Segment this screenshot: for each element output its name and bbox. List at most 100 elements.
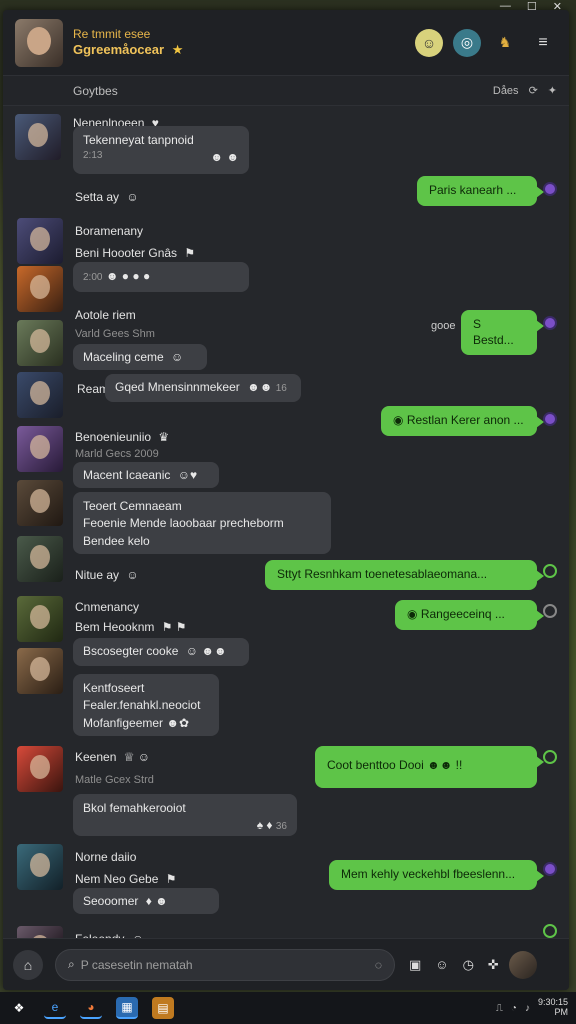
subbar-right-text: Dåes [492, 84, 519, 97]
reaction-icons: ♠ ♦ [256, 818, 273, 833]
search-icon: ⌕ [68, 957, 75, 971]
message-bubble[interactable]: Macent Icaeanic ☺♥ [73, 462, 219, 488]
message-line-wrap: Mofanfigeemer ☻✿ [83, 715, 209, 732]
chrome-icon[interactable]: ◕ [80, 997, 102, 1019]
emoji-icon: ☺ [126, 190, 139, 204]
emoji-icon[interactable]: ☺ [435, 957, 448, 972]
files-icon[interactable]: ▤ [152, 997, 174, 1019]
sender-avatar[interactable] [17, 266, 63, 312]
pending-status-icon [543, 604, 557, 618]
emoji-icon: ☺ [171, 350, 184, 364]
sender-avatar[interactable] [17, 480, 63, 526]
sound-icon[interactable]: ♪ [525, 1003, 530, 1014]
attach-icon[interactable]: ◌ [375, 958, 382, 972]
sender-name: Norne daiio [75, 850, 137, 864]
minimize-button[interactable]: — [500, 0, 511, 12]
system-tray: ⎍ ◔ ♪ 9:30:15 PM [496, 997, 568, 1018]
message-line: Bendee kelo [83, 533, 150, 548]
image-icon[interactable]: ▣ [409, 957, 421, 973]
message-bubble[interactable]: Tekenneyat tanpnoid 2:13 ☻ ☻ [73, 126, 249, 174]
app-icon[interactable]: ▦ [116, 997, 138, 1019]
sender-name-text: Benoenieuniio [75, 430, 152, 444]
chat-subtitle: Re tmmit esee [73, 26, 151, 41]
message-bubble[interactable]: Teoert Cemnaeam Feoenie Mende laoobaar p… [73, 492, 331, 554]
browser-icon[interactable]: e [44, 997, 66, 1019]
message-input[interactable]: ⌕ P casesetin nematah ◌ [55, 948, 395, 981]
refresh-icon[interactable]: ⟳ [529, 84, 538, 97]
avatar-icon[interactable]: ☺ [415, 28, 443, 57]
taskbar: ❖ e ◕ ▦ ▤ ⎍ ◔ ♪ 9:30:15 PM [0, 992, 576, 1024]
menu-icon[interactable]: ≡ [529, 29, 557, 57]
sender-avatar[interactable] [17, 648, 63, 694]
clock-icon[interactable]: ◷ [463, 957, 474, 973]
sender-name: Boramenany [75, 224, 144, 238]
message-bubble[interactable]: Kentfoseert Fealer.fenahkl.neociot Mofan… [73, 674, 219, 736]
sender-name: Aotole riem [75, 308, 136, 322]
message-text: Mem kehly veckehbl fbeeslenn... [341, 867, 516, 881]
globe-icon[interactable]: ◎ [453, 28, 481, 57]
outgoing-message[interactable]: S Bestd... [461, 310, 544, 356]
composer-tools: ▣ ☺ ◷ ✜ [409, 957, 499, 973]
chat-window: Re tmmit esee Ggreemåocear ★ ☺ ◎ ♞ ≡ Goy… [3, 10, 569, 990]
sender-meta: Marld Gecs 2009 [75, 448, 159, 460]
network-icon[interactable]: ⎍ [496, 1003, 503, 1014]
message-text: Restlan Kerer anon ... [406, 413, 524, 427]
close-button[interactable]: ✕ [553, 0, 562, 13]
message-bubble[interactable]: 2:00 ☻ ● ● ● [73, 262, 249, 292]
reaction-icons: ☻✿ [166, 715, 190, 730]
outgoing-message[interactable]: Paris kanearh ... [417, 176, 544, 206]
message-line: Bem Heooknm [75, 620, 155, 634]
message-bubble[interactable]: Seooomer ♦ ☻ [73, 888, 219, 914]
sender-avatar[interactable] [17, 320, 63, 366]
sender-meta: Matle Gcex Strd [75, 774, 154, 786]
home-icon[interactable]: ⌂ [13, 949, 43, 980]
trophy-icon: ♕ ☺ [123, 750, 151, 764]
maximize-button[interactable]: ☐ [527, 0, 537, 13]
sender-avatar[interactable] [15, 114, 61, 160]
sender-avatar[interactable] [17, 426, 63, 472]
outgoing-message[interactable]: ◉ Rangeeceinq ... [395, 600, 544, 630]
outgoing-message[interactable]: Sttyt Resnhkam toenetesablaeomana... [265, 560, 544, 590]
message-text: Gqed Mnensinnmekeer [115, 380, 240, 394]
message-text: Bkol femahkerooiot [83, 801, 186, 815]
outgoing-message[interactable]: Mem kehly veckehbl fbeeslenn... [329, 860, 544, 890]
message-bubble[interactable]: Maceling ceme ☺ [73, 344, 207, 370]
flag-icon: ⚑ ⚑ [161, 620, 187, 634]
message-text: Beni Hoooter Gnâs ⚑ [75, 246, 195, 260]
person-icon[interactable]: ♞ [491, 29, 519, 57]
hat-icon: ♛ [158, 430, 170, 444]
message-bubble[interactable]: Bkol femahkerooiot ♠ ♦ 36 [73, 794, 297, 836]
outgoing-message[interactable]: Coot benttoo Dooi ☻☻ !! [315, 746, 544, 788]
message-time: 16 [275, 383, 287, 394]
sender-avatar[interactable] [17, 746, 63, 792]
chat-subbar: Goytbes Dåes ⟳ ✦ [3, 76, 569, 106]
sender-name: Keenen ♕ ☺ [75, 750, 150, 764]
group-avatar[interactable] [15, 18, 63, 67]
gamepad-icon[interactable]: ✜ [488, 957, 499, 973]
sender-avatar[interactable] [17, 536, 63, 582]
my-avatar[interactable] [508, 950, 537, 979]
pin-icon[interactable]: ✦ [548, 84, 557, 97]
sender-avatar[interactable] [17, 218, 63, 264]
sender-name-text: Nitue ay [75, 568, 120, 582]
sender-avatar[interactable] [17, 372, 63, 418]
reaction-icons: ☻☻ !! [427, 758, 463, 772]
delivered-status-icon [543, 564, 557, 578]
clock[interactable]: 9:30:15 PM [538, 997, 568, 1018]
wifi-icon[interactable]: ◔ [511, 1003, 517, 1014]
message-time: 2:13 [83, 150, 103, 162]
message-bubble[interactable]: Gqed Mnensinnmekeer ☻☻ 16 [105, 374, 301, 402]
sender-name-text: Keenen [75, 750, 117, 764]
flag-icon: ⚑ [165, 872, 177, 886]
outgoing-message[interactable]: ◉ Restlan Kerer anon ... [381, 406, 544, 436]
window-controls: — ☐ ✕ [500, 0, 576, 13]
start-icon[interactable]: ❖ [8, 997, 30, 1019]
message-text: Rangeeceinq ... [420, 607, 505, 621]
message-bubble[interactable]: Bscosegter cooke ☺ ☻☻ [73, 638, 249, 666]
message-text: Paris kanearh ... [429, 183, 517, 197]
sender-avatar[interactable] [17, 844, 63, 890]
sender-avatar[interactable] [17, 596, 63, 642]
star-icon: ★ [171, 41, 184, 57]
message-list[interactable]: Nenenlnoeen ♥ Tekenneyat tanpnoid 2:13 ☻… [3, 106, 569, 950]
sender-name: Setta ay ☺ [75, 190, 139, 204]
